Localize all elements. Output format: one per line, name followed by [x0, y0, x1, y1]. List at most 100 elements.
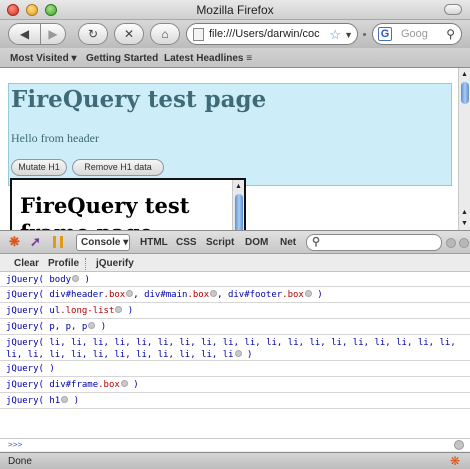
tab-html[interactable]: HTML	[140, 237, 168, 248]
selector-part[interactable]: ul	[49, 306, 60, 316]
remove-h1-data-button[interactable]: Remove H1 data	[72, 159, 164, 176]
url-dropdown-icon[interactable]: ▼	[344, 25, 353, 44]
clear-button[interactable]: Clear	[14, 258, 39, 269]
page-icon	[193, 28, 204, 41]
toolbar-separator	[85, 258, 86, 270]
firebug-status-icon[interactable]: ❋	[450, 454, 460, 468]
console-row[interactable]: jQuery( body )	[0, 272, 470, 287]
pause-icon[interactable]	[53, 236, 63, 248]
bookmark-latest-headlines[interactable]: Latest Headlines ≡	[164, 53, 252, 64]
page-scroll-up-arrow-icon[interactable]: ▲	[459, 69, 470, 80]
page-content: FireQuery test page Hello from header Mu…	[0, 68, 470, 230]
header-box: FireQuery test page Hello from header Mu…	[8, 83, 452, 186]
jquerify-button[interactable]: jQuerify	[96, 258, 134, 269]
jquery-suffix: )	[241, 350, 253, 360]
selector-part[interactable]: div#footer	[228, 290, 282, 300]
forward-arrow-icon: ▶	[48, 27, 58, 41]
page-heading: FireQuery test page	[11, 86, 267, 113]
navigation-toolbar: ◀ ▶ ↻ ✕ ⌂ file:///Users/darwin/coc ☆ ▼ G…	[0, 20, 470, 48]
page-scroll-down-arrow-icon[interactable]: ▼	[459, 218, 470, 229]
search-icon: ⚲	[312, 236, 321, 248]
scroll-up-arrow-icon[interactable]: ▲	[233, 181, 244, 192]
data-badge-icon[interactable]	[72, 275, 80, 282]
frame-scrollbar[interactable]: ▲	[232, 180, 244, 230]
console-row[interactable]: jQuery( )	[0, 361, 470, 377]
selector-part[interactable]: .long-list	[60, 306, 114, 316]
url-text: file:///Users/darwin/coc	[209, 28, 320, 40]
selector-part[interactable]: p, p, p	[49, 322, 87, 332]
window-title: Mozilla Firefox	[196, 3, 274, 17]
bookmark-getting-started[interactable]: Getting Started	[86, 53, 158, 64]
command-line[interactable]: >>>	[0, 438, 470, 451]
search-placeholder: Goog	[401, 28, 428, 40]
tab-net[interactable]: Net	[280, 237, 296, 248]
tab-dom[interactable]: DOM	[245, 237, 268, 248]
selector-part[interactable]: .box	[282, 290, 304, 300]
selector-part[interactable]: div#header	[49, 290, 103, 300]
page-scrollbar[interactable]: ▲ ▲ ▼	[458, 68, 470, 230]
jquery-suffix: )	[122, 306, 134, 316]
data-badge-icon[interactable]	[234, 350, 242, 357]
google-search-engine-icon[interactable]: G	[378, 27, 392, 41]
page-scroll-thumb[interactable]	[461, 82, 469, 104]
firebug-search-input[interactable]: ⚲	[306, 234, 442, 251]
bookmark-star-icon[interactable]: ☆	[329, 25, 341, 44]
console-row[interactable]: jQuery( li, li, li, li, li, li, li, li, …	[0, 335, 470, 361]
jquery-prefix: jQuery(	[6, 380, 44, 390]
jquery-prefix: jQuery(	[6, 290, 44, 300]
selector-part: ,	[217, 290, 228, 300]
tab-script[interactable]: Script	[206, 237, 234, 248]
minimize-firebug-icon[interactable]	[446, 238, 456, 248]
selector-part[interactable]: .box	[98, 380, 120, 390]
firebug-icon[interactable]: ❋	[9, 234, 20, 250]
jquery-prefix: jQuery(	[6, 338, 44, 348]
frame-heading-line2: frame page	[20, 219, 189, 230]
home-icon: ⌂	[161, 27, 169, 41]
console-row[interactable]: jQuery( div#header.box, div#main.box, di…	[0, 287, 470, 303]
selector-part[interactable]: body	[49, 275, 71, 285]
selector-part[interactable]: div#main	[144, 290, 187, 300]
toolbar-toggle-button[interactable]	[444, 4, 462, 15]
forward-button[interactable]: ▶	[40, 23, 66, 45]
search-input[interactable]: G Goog ⚲	[372, 23, 462, 45]
browser-window: Mozilla Firefox ◀ ▶ ↻ ✕ ⌂ file:///Users/…	[0, 0, 470, 469]
reload-button[interactable]: ↻	[78, 23, 108, 45]
bookmarks-toolbar: Most Visited ▾ Getting Started Latest He…	[0, 48, 470, 68]
search-icon[interactable]: ⚲	[446, 24, 455, 44]
selector-part[interactable]: h1	[49, 396, 60, 406]
frame-heading: FireQuery test frame page	[20, 192, 189, 230]
profile-button[interactable]: Profile	[48, 258, 79, 269]
command-editor-toggle-icon[interactable]	[454, 440, 464, 450]
selector-part[interactable]: .box	[187, 290, 209, 300]
status-bar: Done ❋	[0, 452, 470, 469]
close-firebug-icon[interactable]	[459, 238, 469, 248]
console-row[interactable]: jQuery( div#frame.box )	[0, 377, 470, 393]
frame-scroll-thumb[interactable]	[235, 194, 243, 230]
back-button[interactable]: ◀	[8, 23, 41, 45]
tab-css[interactable]: CSS	[176, 237, 197, 248]
selector-part[interactable]: li, li, li, li, li, li, li, li, li, li, …	[6, 338, 456, 360]
jquery-prefix: jQuery(	[6, 322, 44, 332]
tab-console[interactable]: Console ▾	[76, 234, 130, 251]
mutate-h1-button[interactable]: Mutate H1	[11, 159, 67, 176]
home-button[interactable]: ⌂	[150, 23, 180, 45]
frame-heading-line1: FireQuery test	[20, 193, 190, 218]
console-row[interactable]: jQuery( p, p, p )	[0, 319, 470, 335]
data-badge-icon[interactable]	[304, 290, 312, 297]
jquery-suffix: )	[49, 364, 55, 374]
inspect-icon[interactable]: ➚	[30, 234, 41, 250]
jquery-prefix: jQuery(	[6, 275, 44, 285]
console-row[interactable]: jQuery( h1 )	[0, 393, 470, 409]
page-scroll-up-arrow-lower-icon[interactable]: ▲	[459, 207, 470, 218]
bookmark-most-visited[interactable]: Most Visited ▾	[10, 53, 77, 64]
data-badge-icon[interactable]	[120, 380, 128, 387]
selector-part[interactable]: div#frame	[49, 380, 98, 390]
jquery-suffix: )	[95, 322, 107, 332]
console-row[interactable]: jQuery( ul.long-list )	[0, 303, 470, 319]
stop-icon: ✕	[123, 27, 135, 41]
console-log: jQuery( body ) jQuery( div#header.box, di…	[0, 272, 470, 440]
firebug-toolbar: ❋ ➚ Console ▾ HTML CSS Script DOM Net ⚲	[0, 230, 470, 254]
stop-button[interactable]: ✕	[114, 23, 144, 45]
selector-part[interactable]: .box	[104, 290, 126, 300]
url-bar[interactable]: file:///Users/darwin/coc ☆ ▼	[186, 23, 358, 45]
